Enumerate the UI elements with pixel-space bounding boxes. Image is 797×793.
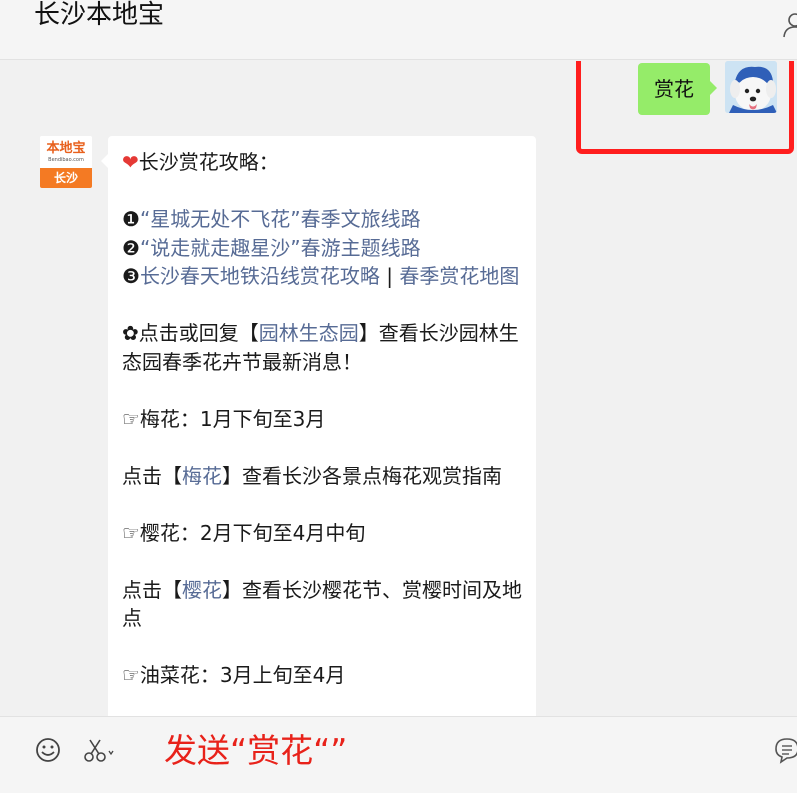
plum-line: 点击【梅花】查看长沙各景点梅花观赏指南 [122,462,522,491]
logo-city: 长沙 [40,168,92,188]
bullet-2: ❷ [122,235,140,260]
chat-header: 长沙本地宝 [0,0,797,60]
message-title: 长沙赏花攻略： [138,150,279,174]
sender-avatar[interactable]: 本地宝 Bendibao.com 长沙 [40,136,92,188]
list-item: ❸长沙春天地铁沿线赏花攻略 | 春季赏花地图 [122,262,522,291]
heart-icon: ❤ [122,150,139,174]
message-title-line: ❤长沙赏花攻略： [122,148,522,177]
cherry-season: ☞樱花：2月下旬至4月中旬 [122,520,366,545]
logo-name: 本地宝 [46,141,86,156]
input-toolbar: 发送“赏花“” [0,716,797,793]
link-plum[interactable]: 梅花 [182,464,222,488]
link-spring-culture-route[interactable]: “星城无处不飞花”春季文旅线路 [140,207,421,231]
link-metro-flower-guide[interactable]: 长沙春天地铁沿线赏花攻略 [140,264,380,288]
garden-line: ✿点击或回复【园林生态园】查看长沙园林生态园春季花卉节最新消息！ [122,319,522,376]
logo-top: 本地宝 Bendibao.com [40,136,92,168]
scissors-icon[interactable] [82,736,116,764]
link-garden[interactable]: 园林生态园 [259,321,359,345]
list-item: ❶“星城无处不飞花”春季文旅线路 [122,205,522,234]
bullet-1: ❶ [122,207,140,231]
link-separator: | [379,264,400,288]
link-flower-map[interactable]: 春季赏花地图 [399,264,519,288]
plum-pre: 点击【 [122,463,182,488]
link-spring-theme-route[interactable]: “说走就走趣星沙”春游主题线路 [140,236,421,260]
plum-post: 】查看长沙各景点梅花观赏指南 [222,463,502,488]
cherry-line: 点击【樱花】查看长沙樱花节、赏樱时间及地点 [122,576,522,633]
link-cherry[interactable]: 樱花 [182,578,222,602]
plum-season: ☞梅花：1月下旬至3月 [122,406,326,431]
cherry-pre: 点击【 [122,577,182,602]
chat-title: 长沙本地宝 [34,0,165,30]
instruction-text: 发送“赏花“” [164,731,348,770]
list-item: ❷“说走就走趣星沙”春游主题线路 [122,234,522,263]
chat-bubble-icon[interactable] [772,735,797,765]
incoming-message-bubble[interactable]: ❤长沙赏花攻略： ❶“星城无处不飞花”春季文旅线路 ❷“说走就走趣星沙”春游主题… [101,136,536,716]
bullet-3: ❸ [122,264,140,288]
profile-icon[interactable] [783,12,797,38]
garden-pre: ✿点击或回复【 [122,321,259,345]
rapeseed-season: ☞油菜花：3月上旬至4月 [122,663,346,687]
chat-area[interactable]: 赏花 本地宝 Bendibao.com 长沙 ❤长沙赏花攻略： ❶“星城无处不飞… [0,61,797,716]
logo-url: Bendibao.com [48,157,84,163]
highlight-box [576,61,794,154]
emoji-icon[interactable] [34,736,62,764]
